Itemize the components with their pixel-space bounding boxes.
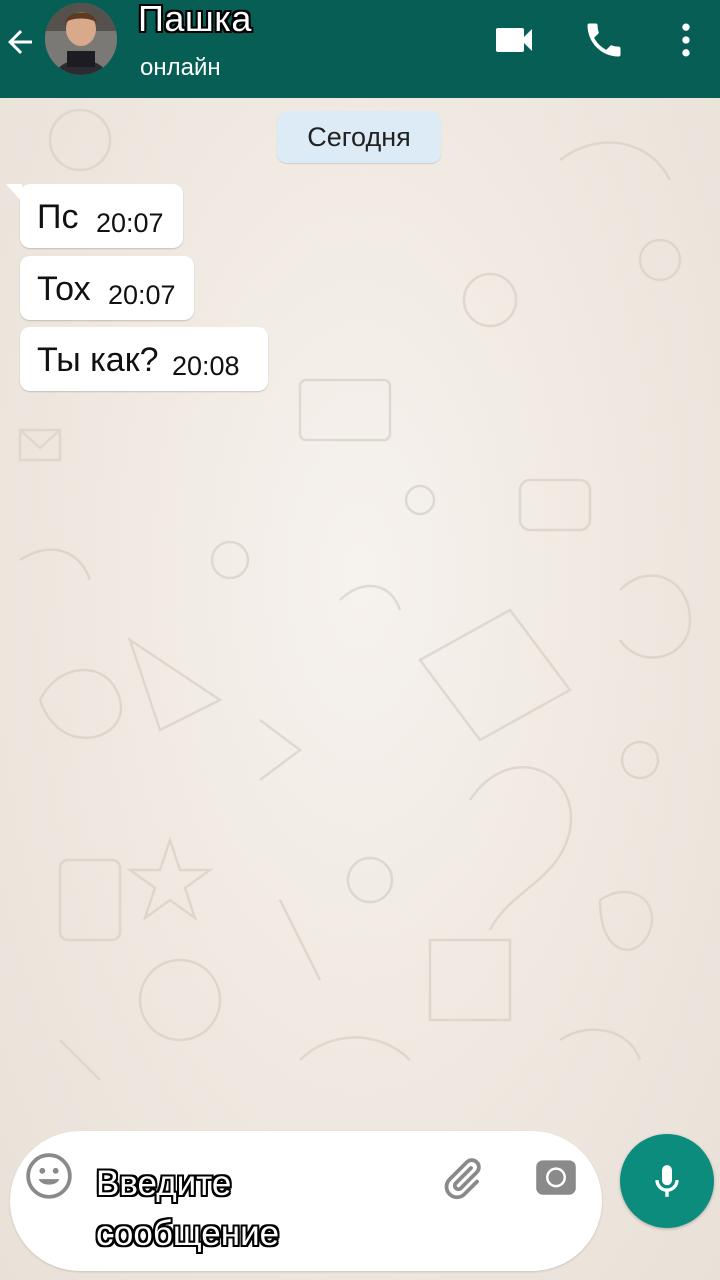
emoji-icon[interactable]: [24, 1151, 74, 1201]
message-composer: Введите сообщение: [10, 1131, 602, 1271]
phone-icon[interactable]: [578, 14, 630, 66]
message-time: 20:07: [108, 280, 176, 310]
message-input[interactable]: Введите сообщение: [96, 1159, 416, 1259]
incoming-message[interactable]: Тох 20:07: [20, 256, 194, 320]
incoming-message[interactable]: Пс 20:07: [6, 184, 183, 248]
message-text: Ты как?: [37, 341, 159, 379]
chat-header: Пашка онлайн: [0, 0, 720, 98]
bubble-tail: [6, 184, 22, 202]
paperclip-icon[interactable]: [436, 1153, 488, 1205]
contact-avatar[interactable]: [45, 3, 117, 75]
mic-button[interactable]: [620, 1134, 714, 1228]
message-text: Тох: [37, 270, 91, 308]
video-call-icon[interactable]: [488, 14, 540, 66]
contact-status: онлайн: [140, 54, 221, 81]
more-vert-icon[interactable]: [660, 14, 712, 66]
message-time: 20:08: [172, 351, 240, 381]
back-arrow-icon[interactable]: [0, 22, 40, 62]
message-time: 20:07: [96, 208, 164, 238]
contact-name[interactable]: Пашка: [138, 0, 252, 40]
message-text: Пс: [37, 198, 79, 236]
mic-icon: [655, 1165, 679, 1197]
incoming-message[interactable]: Ты как? 20:08: [20, 327, 268, 391]
camera-icon[interactable]: [528, 1149, 584, 1205]
date-divider: Сегодня: [277, 111, 441, 163]
